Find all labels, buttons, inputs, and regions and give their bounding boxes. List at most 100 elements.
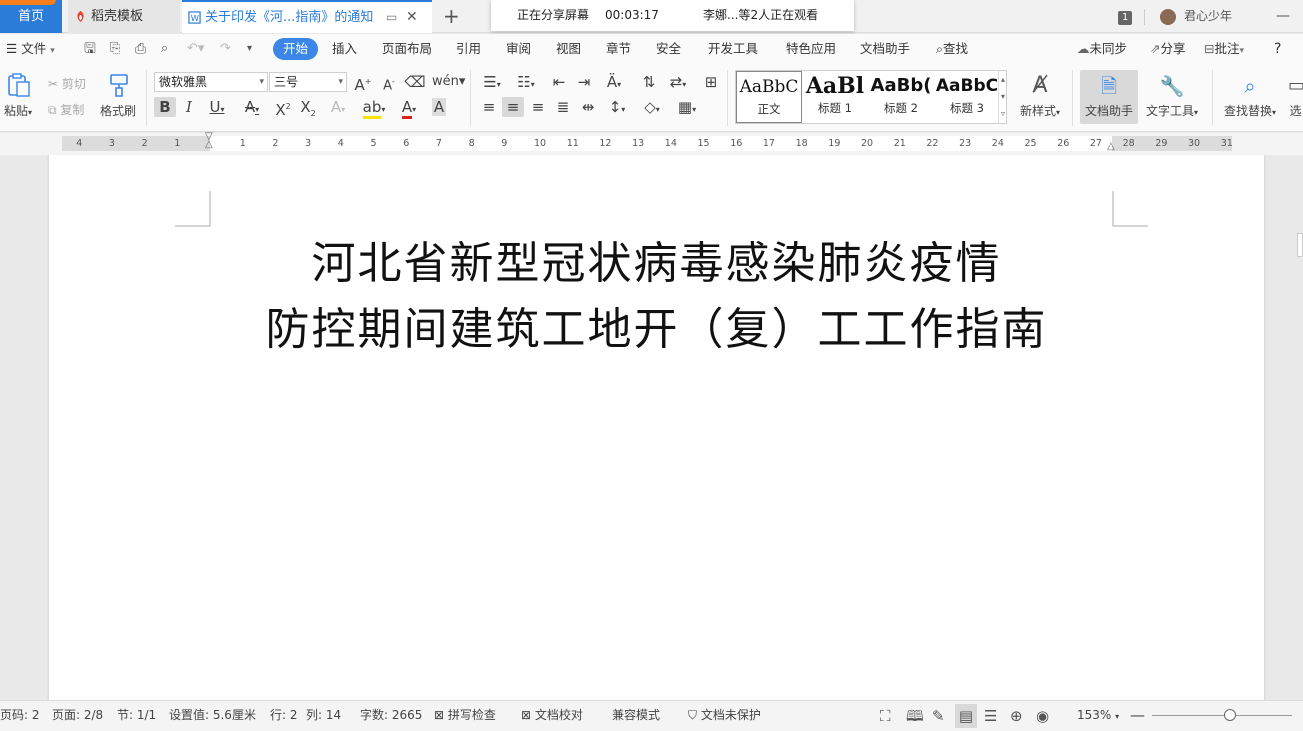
outline-view-icon[interactable]: ☰ bbox=[984, 707, 997, 725]
setting-value[interactable]: 设置值: 5.6厘米 bbox=[169, 701, 256, 730]
text-effect-button[interactable]: A▾ bbox=[324, 97, 352, 120]
right-indent-marker[interactable]: △ bbox=[1107, 141, 1115, 152]
highlight-button[interactable]: ab▾ bbox=[360, 97, 388, 120]
borders-icon[interactable]: ⊞ bbox=[700, 72, 722, 92]
find-replace-button[interactable]: ⌕ 查找替换▾ bbox=[1220, 70, 1280, 124]
page-view-icon[interactable]: ▤ bbox=[955, 704, 977, 728]
tab-section[interactable]: 章节 bbox=[606, 34, 631, 64]
tab-features[interactable]: 特色应用 bbox=[786, 34, 836, 64]
fullscreen-icon[interactable]: ⛶ bbox=[880, 707, 891, 725]
reading-mode-icon[interactable]: 🕮 bbox=[906, 707, 924, 725]
pin-icon[interactable]: ▭ bbox=[386, 2, 397, 33]
align-center-icon[interactable]: ≡ bbox=[502, 97, 524, 117]
paste-icon[interactable] bbox=[6, 72, 32, 98]
increase-indent-icon[interactable]: ⇥ bbox=[573, 72, 595, 92]
close-tab-icon[interactable]: ✕ bbox=[406, 2, 418, 33]
tab-document[interactable]: W 关于印发《河...指南》的通知 ▭ ✕ bbox=[182, 0, 432, 33]
minimize-icon[interactable]: — bbox=[1276, 0, 1290, 33]
search-button[interactable]: ⌕查找 bbox=[936, 34, 968, 64]
bold-button[interactable]: B bbox=[154, 97, 176, 117]
redo-icon[interactable]: ↷ bbox=[220, 34, 231, 64]
tab-developer[interactable]: 开发工具 bbox=[708, 34, 758, 64]
underline-button[interactable]: U▾ bbox=[203, 97, 231, 120]
italic-button[interactable]: I bbox=[178, 97, 200, 117]
word-count[interactable]: 字数: 2665 bbox=[360, 701, 422, 730]
page-indicator[interactable]: 页面: 2/8 bbox=[52, 701, 103, 730]
zoom-slider-thumb[interactable] bbox=[1224, 709, 1236, 721]
phonetic-guide-icon[interactable]: wén▾ bbox=[432, 72, 465, 92]
style-normal[interactable]: AaBbC 正文 bbox=[736, 71, 802, 123]
print-icon[interactable]: ⎙ bbox=[135, 34, 146, 64]
comment-button[interactable]: ⊟批注▾ bbox=[1204, 34, 1244, 64]
tab-page-layout[interactable]: 页面布局 bbox=[382, 34, 432, 64]
decrease-indent-icon[interactable]: ⇤ bbox=[548, 72, 570, 92]
protect-status[interactable]: ⛉ 文档未保护 bbox=[688, 701, 761, 730]
tab-insert[interactable]: 插入 bbox=[332, 34, 357, 64]
title-line-1[interactable]: 河北省新型冠状病毒感染肺炎疫情 bbox=[49, 231, 1264, 297]
style-heading-3[interactable]: AaBbC 标题 3 bbox=[934, 71, 1000, 123]
save-icon[interactable]: 🖫 bbox=[84, 34, 96, 64]
format-painter-icon[interactable] bbox=[106, 72, 132, 98]
notification-badge[interactable]: 1 bbox=[1118, 0, 1133, 33]
tab-review[interactable]: 审阅 bbox=[506, 34, 531, 64]
tab-security[interactable]: 安全 bbox=[656, 34, 681, 64]
numbered-list-icon[interactable]: ☷▾ bbox=[512, 72, 540, 95]
share-button[interactable]: ⇗分享 bbox=[1150, 34, 1186, 64]
para-spacing-icon[interactable]: ⇄▾ bbox=[664, 72, 692, 95]
font-color-button[interactable]: A▾ bbox=[395, 97, 423, 120]
char-case-icon[interactable]: Ä▾ bbox=[600, 72, 628, 95]
align-left-icon[interactable]: ≡ bbox=[478, 97, 500, 117]
zoom-out-button[interactable]: — bbox=[1130, 701, 1145, 730]
table-border-icon[interactable]: ▦▾ bbox=[673, 97, 701, 120]
text-tools-button[interactable]: 🔧 文字工具▾ bbox=[1142, 70, 1202, 124]
tab-view[interactable]: 视图 bbox=[556, 34, 581, 64]
font-name-select[interactable]: 微软雅黑 bbox=[154, 72, 268, 92]
style-heading-1[interactable]: AaBl 标题 1 bbox=[802, 71, 868, 123]
user-name[interactable]: 君心少年 bbox=[1184, 0, 1232, 33]
superscript-button[interactable]: X2 bbox=[272, 97, 294, 120]
font-size-select[interactable]: 三号 bbox=[269, 72, 347, 92]
side-panel-handle[interactable] bbox=[1297, 233, 1303, 257]
file-menu[interactable]: ☰ 文件 ▾ bbox=[6, 34, 55, 64]
row-indicator[interactable]: 行: 2 bbox=[270, 701, 298, 730]
sort-icon[interactable]: ⇅ bbox=[638, 72, 660, 92]
title-line-2[interactable]: 防控期间建筑工地开（复）工工作指南 bbox=[49, 297, 1264, 363]
zoom-select[interactable]: 153% ▾ bbox=[1077, 701, 1119, 731]
align-right-icon[interactable]: ≡ bbox=[527, 97, 549, 117]
document-canvas[interactable]: 河北省新型冠状病毒感染肺炎疫情 防控期间建筑工地开（复）工工作指南 bbox=[0, 155, 1303, 700]
justify-icon[interactable]: ≣ bbox=[552, 97, 574, 117]
sync-button[interactable]: ☁未同步 bbox=[1077, 34, 1127, 64]
new-style-button[interactable]: Ⱥ 新样式▾ bbox=[1016, 70, 1064, 124]
zoom-slider-track[interactable] bbox=[1152, 715, 1292, 716]
export-icon[interactable]: ⎘ bbox=[110, 34, 120, 64]
doc-assistant-button[interactable]: 🗎 文档助手 bbox=[1080, 70, 1138, 124]
tab-start[interactable]: 开始 bbox=[273, 38, 319, 60]
grow-font-icon[interactable]: A+ bbox=[352, 72, 374, 95]
subscript-button[interactable]: X2 bbox=[297, 97, 319, 124]
bullet-list-icon[interactable]: ☰▾ bbox=[478, 72, 506, 95]
section-indicator[interactable]: 节: 1/1 bbox=[117, 701, 156, 730]
edit-mode-icon[interactable]: ✎ bbox=[932, 707, 945, 725]
help-button[interactable]: ? bbox=[1274, 34, 1281, 64]
select-button[interactable]: ▭ 选 bbox=[1288, 70, 1303, 124]
styles-scroll[interactable]: ▴ ▾ ▿ bbox=[998, 71, 1007, 123]
new-tab-button[interactable]: + bbox=[443, 0, 460, 33]
tab-templates[interactable]: 稻壳模板 bbox=[68, 0, 180, 33]
horizontal-ruler[interactable]: 4 3 2 1 1 2 3 4 5 6 7 8 9 10 11 12 13 14 15 16 17 18 19 20 21 22 2… bbox=[0, 132, 1303, 155]
document-title[interactable]: 河北省新型冠状病毒感染肺炎疫情 防控期间建筑工地开（复）工工作指南 bbox=[49, 231, 1264, 363]
avatar[interactable] bbox=[1160, 0, 1176, 33]
format-painter-label[interactable]: 格式刷 bbox=[100, 102, 136, 119]
clear-format-icon[interactable]: ⌫ bbox=[404, 72, 426, 92]
line-spacing-icon[interactable]: ↕▾ bbox=[603, 97, 631, 120]
web-view-icon[interactable]: ⊕ bbox=[1010, 707, 1023, 725]
print-preview-icon[interactable]: ⌕ bbox=[161, 34, 168, 64]
shrink-font-icon[interactable]: A- bbox=[378, 72, 400, 96]
quick-access-dropdown-icon[interactable]: ▾ bbox=[247, 34, 252, 64]
undo-icon[interactable]: ↶▾ bbox=[187, 34, 204, 64]
tab-home[interactable]: 首页 bbox=[0, 0, 62, 33]
col-indicator[interactable]: 列: 14 bbox=[306, 701, 341, 730]
first-line-indent-marker[interactable]: ▽ △ bbox=[205, 132, 213, 150]
doc-proof-button[interactable]: ⊠ 文档校对 bbox=[521, 701, 583, 730]
document-page[interactable]: 河北省新型冠状病毒感染肺炎疫情 防控期间建筑工地开（复）工工作指南 bbox=[49, 155, 1264, 700]
shading-icon[interactable]: ◇▾ bbox=[638, 97, 666, 120]
